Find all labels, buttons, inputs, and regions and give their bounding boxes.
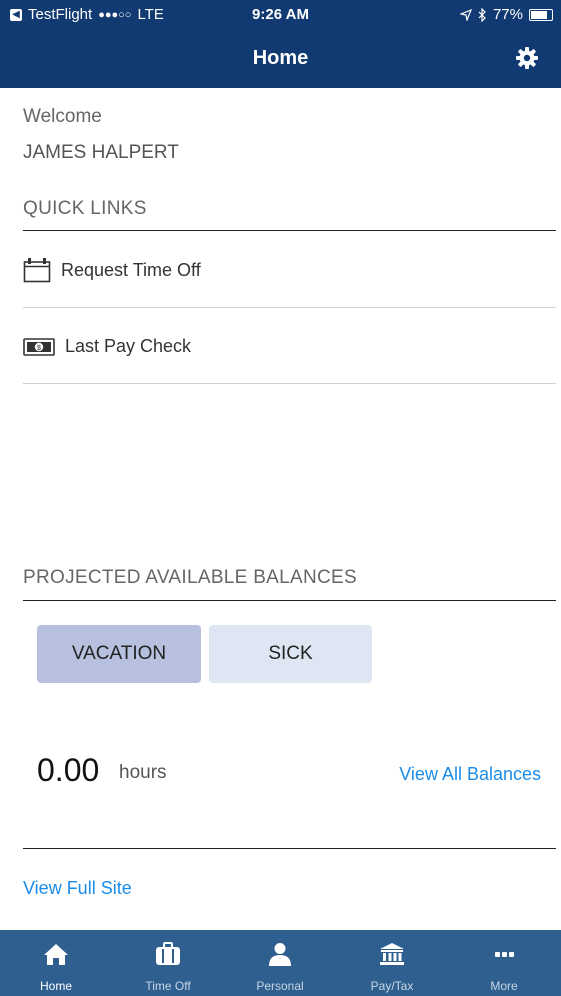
bluetooth-icon — [478, 7, 486, 22]
footer-divider — [23, 848, 556, 849]
page-title: Home — [252, 47, 309, 69]
balance-unit: hours — [119, 762, 167, 783]
link-divider — [23, 383, 556, 384]
status-right: 77% — [459, 6, 553, 23]
last-pay-check-link[interactable]: $ Last Pay Check — [23, 336, 191, 357]
tab-time-off[interactable]: Time Off — [112, 930, 224, 996]
bottom-tab-bar: Home Time Off Personal Pay/Tax More — [0, 930, 561, 996]
battery-percent: 77% — [492, 6, 523, 23]
svg-text:$: $ — [37, 345, 41, 352]
more-icon — [495, 952, 514, 957]
link-divider — [23, 307, 556, 308]
request-time-off-link[interactable]: Request Time Off — [23, 257, 201, 283]
quick-links-divider — [23, 230, 556, 231]
gear-icon[interactable] — [515, 46, 539, 70]
nav-bar: Home — [0, 30, 561, 88]
request-time-off-label: Request Time Off — [61, 259, 201, 280]
vacation-tab[interactable]: VACATION — [37, 625, 201, 683]
balances-divider — [23, 600, 556, 601]
tab-personal-label: Personal — [256, 979, 304, 993]
tab-pay-tax[interactable]: Pay/Tax — [336, 930, 448, 996]
bank-icon — [380, 943, 404, 965]
tab-pay-tax-label: Pay/Tax — [370, 979, 414, 993]
briefcase-icon — [156, 942, 180, 965]
calendar-icon — [23, 258, 51, 283]
balance-value: 0.00 — [37, 752, 100, 788]
balances-title: PROJECTED AVAILABLE BALANCES — [23, 567, 357, 588]
last-pay-check-label: Last Pay Check — [65, 336, 192, 356]
tab-home-label: Home — [39, 979, 72, 993]
tab-personal[interactable]: Personal — [224, 930, 336, 996]
quick-links-title: QUICK LINKS — [23, 198, 147, 219]
location-icon — [459, 8, 472, 21]
battery-icon — [529, 8, 553, 21]
tab-more[interactable]: More — [448, 930, 560, 996]
view-full-site-link[interactable]: View Full Site — [23, 878, 132, 899]
tab-home[interactable]: Home — [0, 930, 112, 996]
person-icon — [269, 943, 291, 966]
status-bar: ◀ TestFlight ●●●○○ LTE 9:26 AM 77% — [0, 0, 561, 30]
home-icon — [44, 944, 68, 965]
tab-more-label: More — [490, 979, 518, 993]
user-name: JAMES HALPERT — [23, 142, 179, 163]
welcome-text: Welcome — [23, 106, 102, 127]
money-icon: $ — [23, 337, 55, 356]
view-all-balances-link[interactable]: View All Balances — [399, 764, 541, 785]
tab-time-off-label: Time Off — [145, 979, 191, 993]
sick-tab[interactable]: SICK — [209, 625, 372, 683]
